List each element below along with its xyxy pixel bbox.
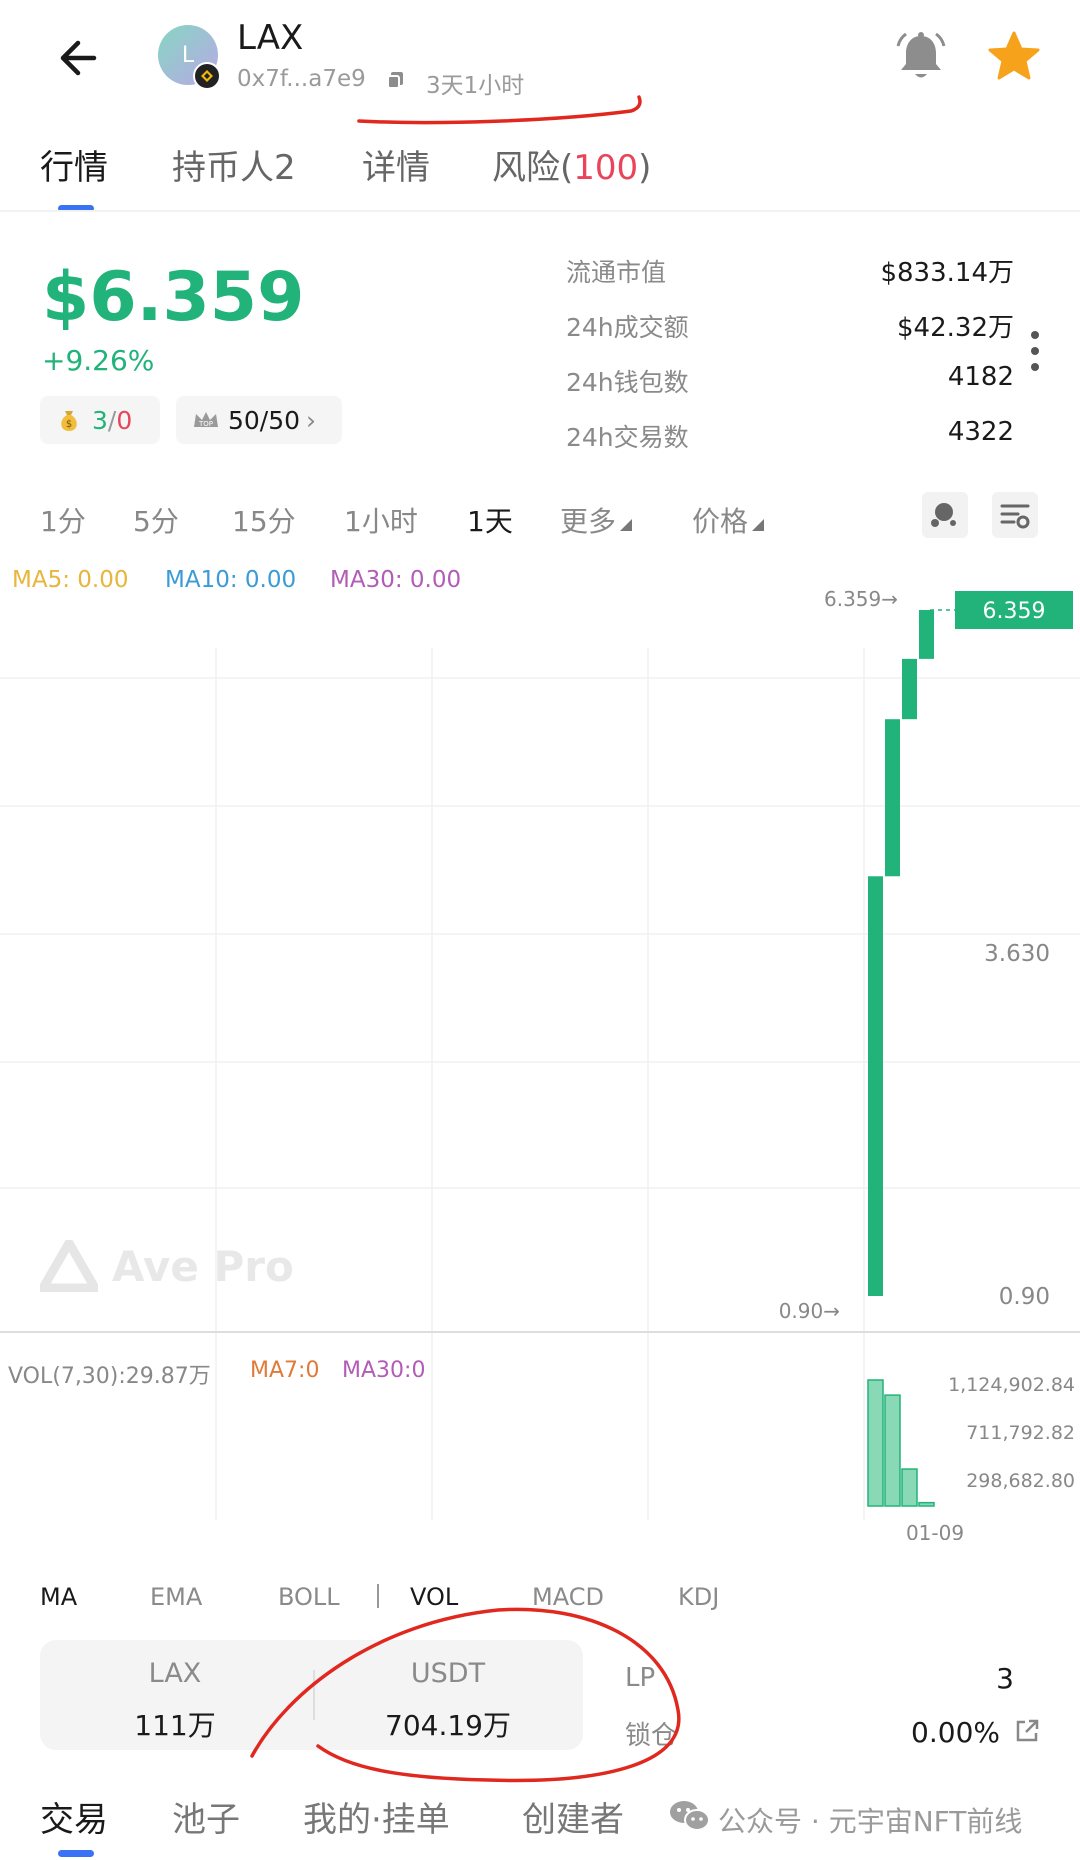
chart-settings-tool[interactable] xyxy=(992,492,1038,538)
interval-more[interactable]: 更多 xyxy=(560,500,633,540)
volume-bars-group xyxy=(867,1379,935,1507)
risk-paren: ) xyxy=(638,148,652,188)
volume-24h-label: 24h成交额 xyxy=(566,313,689,342)
market-cap-value: $833.14万 xyxy=(880,258,1014,288)
wechat-icon xyxy=(670,1801,710,1831)
tab-risk[interactable]: 风险(100) xyxy=(492,140,651,189)
external-link-icon[interactable] xyxy=(1014,1718,1040,1744)
red-underline-annotation xyxy=(357,95,642,125)
avatar-letter: L xyxy=(181,42,195,68)
volume-y-label: 1,124,902.84 xyxy=(948,1374,1075,1396)
current-price-tag-label: 6.359 xyxy=(983,599,1046,624)
favorite-star-icon[interactable] xyxy=(985,28,1043,86)
ave-pro-watermark: Ave Pro xyxy=(40,1240,294,1292)
svg-text:$: $ xyxy=(66,419,72,430)
lp-value: 3 xyxy=(996,1662,1014,1695)
top-holders-chip[interactable]: TOP 50/50 › xyxy=(176,396,342,444)
money-bag-icon: $ xyxy=(61,411,77,431)
min-price-marker: 0.90→ xyxy=(779,1299,840,1323)
interval-more-label: 更多 xyxy=(560,505,617,538)
lock-value: 0.00% xyxy=(911,1716,1000,1749)
ave-logo-icon xyxy=(40,1240,98,1292)
interval-5m[interactable]: 5分 xyxy=(133,500,179,540)
volume-24h-value: $42.32万 xyxy=(897,313,1014,343)
watermark-text: Ave Pro xyxy=(112,1241,294,1291)
chart-drawing-tool[interactable] xyxy=(922,492,968,538)
x-axis-date-label: 01-09 xyxy=(906,1521,964,1540)
bottom-tab-trade[interactable]: 交易 xyxy=(40,1792,108,1841)
indicator-bubble-icon xyxy=(931,503,956,527)
back-arrow-icon[interactable] xyxy=(50,28,110,88)
trades-24h-value: 4322 xyxy=(947,417,1014,447)
chart-settings-icon xyxy=(1000,504,1030,529)
wallets-24h-value: 4182 xyxy=(947,362,1014,392)
interval-price-label: 价格 xyxy=(692,505,749,538)
max-price-marker: 6.359→ xyxy=(824,590,898,611)
contract-address[interactable]: 0x7f...a7e9 xyxy=(237,66,366,92)
tabs-divider xyxy=(0,210,1080,212)
volume-y-label: 298,682.80 xyxy=(966,1470,1075,1492)
svg-text:TOP: TOP xyxy=(198,420,213,428)
top-crown-icon: TOP xyxy=(194,412,218,428)
volume-y-label: 711,792.82 xyxy=(966,1422,1075,1444)
price-chart[interactable]: 6.359 6.359→ 0.90→ 3.630 0.90 1,124,902.… xyxy=(0,590,1080,1540)
candle[interactable] xyxy=(919,610,934,659)
smart-money-chip[interactable]: $ 3/0 xyxy=(40,396,160,444)
buyers-count: 3 xyxy=(92,405,108,435)
y-axis-label: 0.90 xyxy=(999,1284,1050,1310)
top-holders-ratio: 50/50 xyxy=(228,405,301,435)
vol-ma30-legend: MA30:0 xyxy=(342,1358,426,1383)
interval-1h[interactable]: 1小时 xyxy=(344,500,418,540)
bottom-active-tab-indicator xyxy=(58,1850,94,1857)
indicator-ema[interactable]: EMA xyxy=(150,1583,202,1611)
chevron-right-icon: › xyxy=(306,405,317,435)
indicator-ma[interactable]: MA xyxy=(40,1583,77,1611)
tab-holders[interactable]: 持币人2 xyxy=(172,140,296,189)
bottom-tab-my-orders[interactable]: 我的·挂单 xyxy=(303,1792,450,1841)
candle[interactable] xyxy=(885,719,900,877)
pool-token-a-label: LAX xyxy=(148,1658,202,1689)
dropdown-triangle-icon xyxy=(620,519,633,531)
bottom-tab-creator[interactable]: 创建者 xyxy=(522,1792,624,1841)
chain-badge-icon xyxy=(193,62,221,90)
interval-15m[interactable]: 15分 xyxy=(232,500,296,540)
trades-24h-label: 24h交易数 xyxy=(566,423,689,452)
risk-score: 100 xyxy=(573,148,639,188)
interval-1m[interactable]: 1分 xyxy=(40,500,86,540)
candle[interactable] xyxy=(902,658,917,720)
interval-price[interactable]: 价格 xyxy=(692,500,765,540)
volume-legend: VOL(7,30):29.87万 xyxy=(8,1364,211,1389)
volume-bar xyxy=(867,1379,884,1507)
candle[interactable] xyxy=(868,876,883,1296)
dropdown-triangle-icon xyxy=(752,519,765,531)
sellers-count: 0 xyxy=(116,405,133,435)
tab-market[interactable]: 行情 xyxy=(40,140,108,189)
chip-slash: / xyxy=(107,405,117,435)
risk-label: 风险( xyxy=(492,148,574,188)
copy-icon[interactable] xyxy=(386,70,406,90)
token-symbol: LAX xyxy=(237,18,304,58)
red-circle-annotation xyxy=(250,1607,681,1783)
candles-group xyxy=(868,610,934,1296)
volume-bar xyxy=(918,1501,935,1507)
market-cap-label: 流通市值 xyxy=(566,258,667,287)
pool-token-a-amount: 111万 xyxy=(134,1709,216,1742)
wechat-watermark-text: 公众号 · 元宇宙NFT前线 xyxy=(718,1805,1023,1838)
current-price: $6.359 xyxy=(42,258,305,337)
interval-1d[interactable]: 1天 xyxy=(467,500,513,540)
tab-details[interactable]: 详情 xyxy=(362,140,430,189)
more-dots-icon[interactable] xyxy=(1030,330,1040,372)
volume-bar xyxy=(901,1468,918,1507)
y-axis-label: 3.630 xyxy=(984,941,1050,967)
bell-icon[interactable] xyxy=(892,28,950,86)
wallets-24h-label: 24h钱包数 xyxy=(566,368,689,397)
bottom-tab-pool[interactable]: 池子 xyxy=(172,1792,240,1841)
volume-bar xyxy=(884,1394,901,1507)
price-change: +9.26% xyxy=(42,344,155,377)
vol-ma7-legend: MA7:0 xyxy=(250,1358,320,1383)
